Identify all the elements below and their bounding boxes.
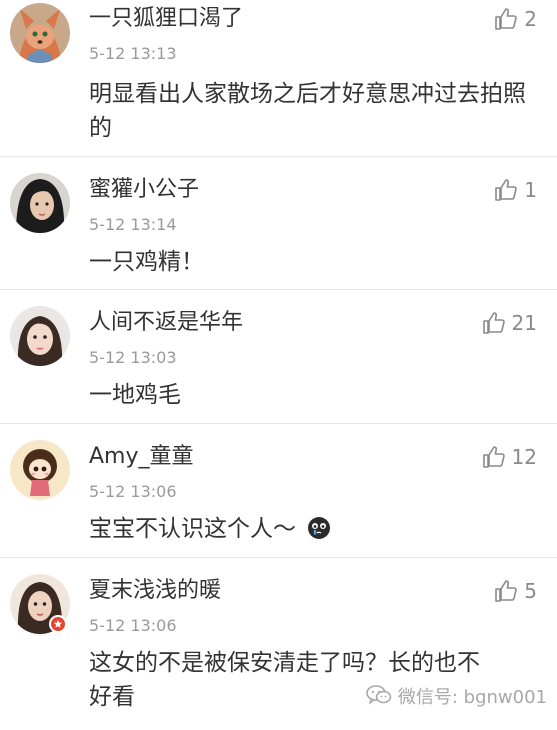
thumbs-up-icon — [482, 445, 506, 469]
timestamp: 5-12 13:14 — [89, 215, 177, 234]
timestamp: 5-12 13:06 — [89, 616, 177, 635]
avatar[interactable] — [10, 440, 70, 500]
comment-item: 蜜獾小公子 5-12 13:14 1 一只鸡精！ — [0, 157, 557, 290]
username[interactable]: 夏末浅浅的暖 — [89, 577, 221, 605]
like-count: 2 — [524, 7, 537, 31]
avatar[interactable] — [10, 3, 70, 63]
username[interactable]: Amy_童童 — [89, 443, 194, 471]
like-count: 1 — [524, 178, 537, 202]
like-button[interactable]: 21 — [482, 311, 537, 335]
comment-text: 宝宝不认识这个人～ — [89, 516, 296, 542]
like-button[interactable]: 12 — [482, 445, 537, 469]
comment-text: 一地鸡毛 — [89, 382, 181, 408]
wechat-watermark: 微信号: bgnw001 — [366, 684, 547, 712]
timestamp: 5-12 13:06 — [89, 482, 177, 501]
thumbs-up-icon — [494, 178, 518, 202]
like-button[interactable]: 2 — [494, 7, 537, 31]
watermark-text: 微信号: bgnw001 — [397, 687, 547, 708]
like-count: 12 — [511, 445, 537, 469]
comment-text-row: 宝宝不认识这个人～ — [89, 512, 529, 550]
like-count: 5 — [524, 579, 537, 603]
comment-item: 一只狐狸口渴了 5-12 13:13 2 明显看出人家散场之后才好意思冲过去拍照… — [0, 0, 557, 157]
timestamp: 5-12 13:03 — [89, 348, 177, 367]
like-button[interactable]: 1 — [494, 178, 537, 202]
timestamp: 5-12 13:13 — [89, 44, 177, 63]
username[interactable]: 人间不返是华年 — [89, 309, 243, 337]
username[interactable]: 一只狐狸口渴了 — [89, 5, 243, 33]
crying-face-emoji-icon — [307, 516, 331, 550]
thumbs-up-icon — [482, 311, 506, 335]
thumbs-up-icon — [494, 579, 518, 603]
wechat-logo-icon — [366, 684, 392, 712]
thumbs-up-icon — [494, 7, 518, 31]
comment-text: 明显看出人家散场之后才好意思冲过去拍照的 — [89, 81, 526, 141]
avatar[interactable] — [10, 173, 70, 233]
like-count: 21 — [511, 311, 537, 335]
like-button[interactable]: 5 — [494, 579, 537, 603]
username[interactable]: 蜜獾小公子 — [89, 176, 199, 204]
avatar[interactable] — [10, 306, 70, 366]
comment-text: 一只鸡精！ — [89, 249, 204, 275]
comment-list: 一只狐狸口渴了 5-12 13:13 2 明显看出人家散场之后才好意思冲过去拍照… — [0, 0, 557, 730]
verified-badge-icon — [49, 615, 67, 633]
comment-item: 人间不返是华年 5-12 13:03 21 一地鸡毛 — [0, 290, 557, 424]
comment-item: Amy_童童 5-12 13:06 12 宝宝不认识这个人～ — [0, 424, 557, 558]
